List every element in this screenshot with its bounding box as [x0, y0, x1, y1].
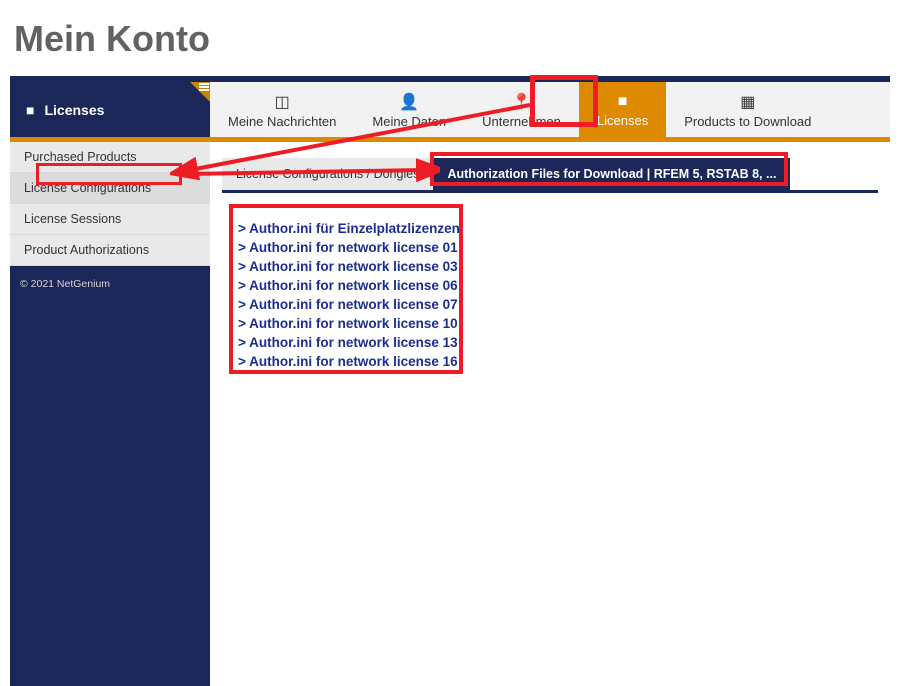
sidebar-footer: © 2021 NetGenium	[10, 266, 210, 686]
file-link[interactable]: > Author.ini for network license 01	[238, 238, 862, 257]
location-pin-icon: 📍	[512, 92, 532, 112]
stop-icon: ■	[618, 93, 628, 111]
tab-label: Meine Daten	[372, 114, 446, 129]
tab-label: Unternehmen	[482, 114, 561, 129]
file-link[interactable]: > Author.ini for network license 10	[238, 314, 862, 333]
contact-card-icon: ◫	[275, 92, 290, 112]
sidebar-item-license-configurations[interactable]: License Configurations	[10, 173, 210, 204]
file-link[interactable]: > Author.ini für Einzelplatzlizenzen	[238, 219, 862, 238]
tab-label: Licenses	[597, 113, 648, 128]
subtab-authorization-files[interactable]: Authorization Files for Download | RFEM …	[433, 158, 790, 190]
subtabs: License Configurations / Dongles Authori…	[222, 158, 878, 193]
tab-label: Licenses	[44, 102, 104, 118]
tab-licenses-primary[interactable]: ■ Licenses	[10, 82, 210, 137]
sidebar-item-purchased-products[interactable]: Purchased Products	[10, 142, 210, 173]
file-link[interactable]: > Author.ini for network license 06	[238, 276, 862, 295]
tab-bar: ■ Licenses ◫ Meine Nachrichten 👤 Meine D…	[10, 82, 890, 137]
file-link[interactable]: > Author.ini for network license 07	[238, 295, 862, 314]
file-link[interactable]: > Author.ini for network license 16	[238, 352, 862, 371]
person-icon: 👤	[399, 92, 419, 112]
grid-icon: ▦	[740, 92, 755, 112]
tab-label: Meine Nachrichten	[228, 114, 336, 129]
tab-label: Products to Download	[684, 114, 811, 129]
tab-products-download[interactable]: ▦ Products to Download	[666, 82, 829, 137]
sidebar-item-license-sessions[interactable]: License Sessions	[10, 204, 210, 235]
sidebar: Purchased Products License Configuration…	[10, 142, 210, 686]
file-link[interactable]: > Author.ini for network license 13	[238, 333, 862, 352]
tab-unternehmen[interactable]: 📍 Unternehmen	[464, 82, 579, 137]
tab-meine-nachrichten[interactable]: ◫ Meine Nachrichten	[210, 82, 354, 137]
subtab-configurations-dongles[interactable]: License Configurations / Dongles	[222, 158, 433, 190]
tab-corner-decoration	[190, 82, 210, 102]
file-link[interactable]: > Author.ini for network license 03	[238, 257, 862, 276]
tab-licenses[interactable]: ■ Licenses	[579, 82, 666, 137]
page-title: Mein Konto	[0, 0, 900, 76]
content-area: License Configurations / Dongles Authori…	[210, 142, 890, 686]
tab-meine-daten[interactable]: 👤 Meine Daten	[354, 82, 464, 137]
body-area: Purchased Products License Configuration…	[10, 142, 890, 686]
stop-icon: ■	[26, 102, 34, 118]
file-list: > Author.ini für Einzelplatzlizenzen > A…	[228, 213, 872, 377]
sidebar-item-product-authorizations[interactable]: Product Authorizations	[10, 235, 210, 266]
